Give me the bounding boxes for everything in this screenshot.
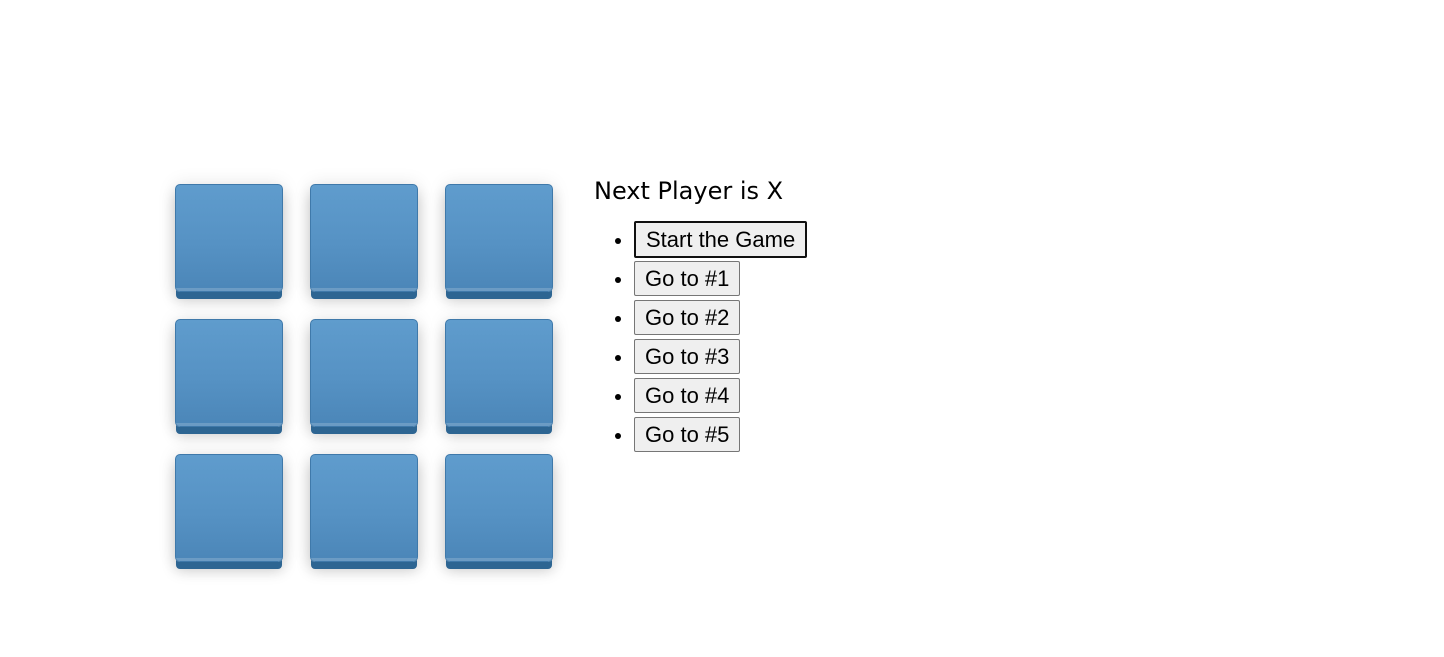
move-history-item: Go to #5 bbox=[634, 417, 807, 456]
game-info: Next Player is X Start the Game Go to #1… bbox=[594, 174, 808, 456]
move-history-item: Go to #3 bbox=[634, 339, 807, 378]
go-to-move-3-button[interactable]: Go to #3 bbox=[634, 339, 741, 374]
go-to-move-2-button[interactable]: Go to #2 bbox=[634, 300, 741, 335]
go-to-move-5-button[interactable]: Go to #5 bbox=[634, 417, 741, 452]
tic-tac-toe-game: Next Player is X Start the Game Go to #1… bbox=[0, 0, 1444, 657]
board-square-9[interactable] bbox=[445, 454, 553, 562]
board-square-1[interactable] bbox=[175, 184, 283, 292]
move-history-item: Go to #2 bbox=[634, 300, 807, 339]
next-player-status: Next Player is X bbox=[594, 177, 784, 205]
board-square-4[interactable] bbox=[175, 319, 283, 427]
board-square-6[interactable] bbox=[445, 319, 553, 427]
board-square-5[interactable] bbox=[310, 319, 418, 427]
move-history-item: Go to #1 bbox=[634, 261, 807, 300]
start-game-button[interactable]: Start the Game bbox=[634, 221, 808, 258]
board-square-2[interactable] bbox=[310, 184, 418, 292]
move-history-list: Start the Game Go to #1 Go to #2 Go to #… bbox=[594, 221, 808, 456]
move-history-item: Go to #4 bbox=[634, 378, 807, 417]
game-board bbox=[175, 184, 553, 570]
board-square-3[interactable] bbox=[445, 184, 553, 292]
move-history-item: Start the Game bbox=[634, 221, 808, 261]
go-to-move-4-button[interactable]: Go to #4 bbox=[634, 378, 741, 413]
board-square-8[interactable] bbox=[310, 454, 418, 562]
go-to-move-1-button[interactable]: Go to #1 bbox=[634, 261, 741, 296]
board-square-7[interactable] bbox=[175, 454, 283, 562]
